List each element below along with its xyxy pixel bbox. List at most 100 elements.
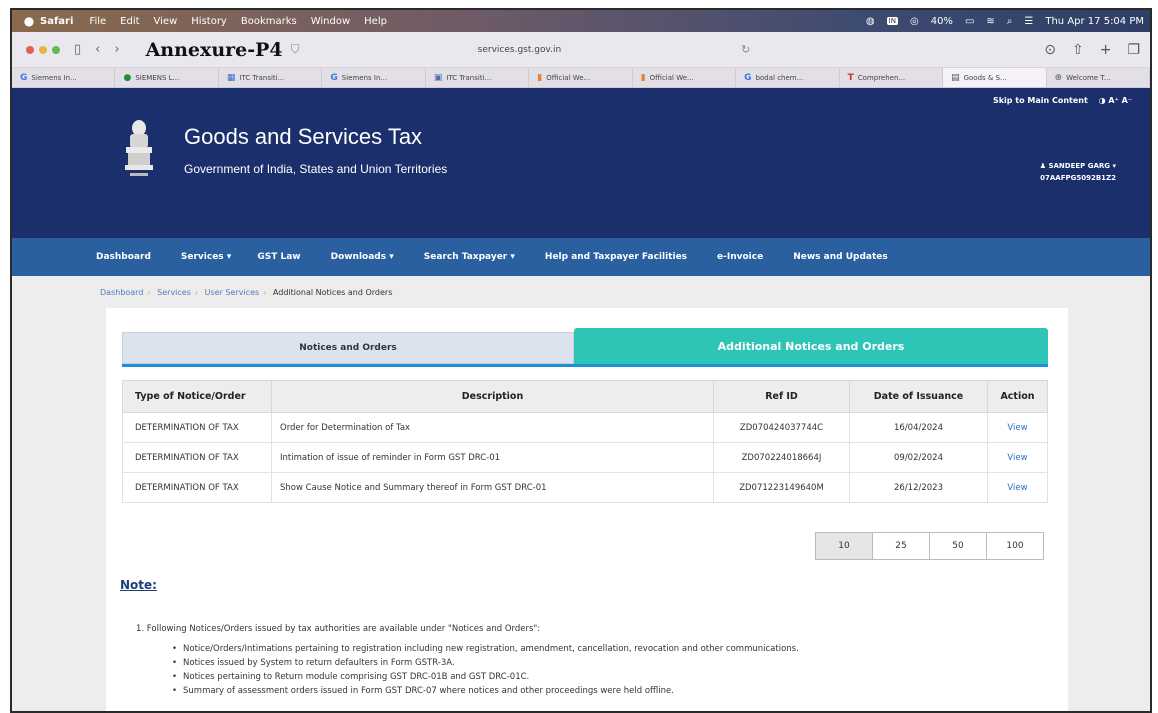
browser-tab[interactable]: ▮ Official We...: [529, 68, 633, 87]
tab-label: Comprehen...: [857, 73, 906, 82]
app-status-icon[interactable]: ◍: [866, 16, 875, 27]
skip-links: Skip to Main Content ◑ A⁺ A⁻: [993, 96, 1132, 105]
nav-services[interactable]: Services ▾: [181, 252, 231, 262]
user-menu[interactable]: ♟ SANDEEP GARG ▾: [1040, 162, 1116, 170]
nav-downloads[interactable]: Downloads ▾: [331, 252, 394, 262]
input-source-icon[interactable]: IN: [886, 17, 898, 25]
control-center-icon[interactable]: ☰: [1024, 16, 1033, 27]
nav-dashboard[interactable]: Dashboard: [96, 252, 151, 262]
menu-help[interactable]: Help: [364, 16, 387, 27]
wifi-icon[interactable]: ≋: [986, 16, 994, 27]
menu-history[interactable]: History: [191, 16, 227, 27]
screenshot-frame: ● Safari File Edit View History Bookmark…: [10, 8, 1152, 713]
browser-tab[interactable]: G Siemens In...: [12, 68, 116, 87]
national-emblem-icon: [125, 120, 153, 176]
nav-gst-law[interactable]: GST Law: [257, 252, 300, 262]
downloads-icon[interactable]: ⊙: [1044, 42, 1056, 58]
browser-tab[interactable]: ● SIEMENS L...: [115, 68, 219, 87]
site-title: Goods and Services Tax: [184, 124, 423, 149]
browser-tab[interactable]: G Siemens In...: [322, 68, 426, 87]
breadcrumb: Dashboard › Services › User Services › Addi…: [100, 288, 393, 297]
tab-overview-icon[interactable]: ❐: [1127, 42, 1140, 58]
page-size-25-button[interactable]: 25: [872, 532, 930, 560]
tab-favicon-icon: ▤: [951, 72, 960, 83]
col-action: Action: [987, 380, 1048, 413]
table-header-row: Type of Notice/Order Description Ref ID …: [122, 380, 1048, 413]
menu-app-name[interactable]: Safari: [40, 16, 73, 27]
col-date: Date of Issuance: [849, 380, 988, 413]
browser-tab-bar: G Siemens In... ● SIEMENS L... ▦ ITC Transi…: [12, 68, 1150, 88]
zoom-window-button[interactable]: [52, 45, 60, 54]
browser-tab[interactable]: T Comprehen...: [840, 68, 944, 87]
menu-view[interactable]: View: [154, 16, 178, 27]
breadcrumb-user-services[interactable]: User Services: [205, 288, 260, 297]
tab-favicon-icon: G: [744, 72, 752, 83]
note-bullet: Notices issued by System to return defau…: [172, 658, 799, 672]
cell-ref-id: ZD070224018664J: [713, 442, 850, 473]
nav-search-taxpayer[interactable]: Search Taxpayer ▾: [424, 252, 515, 262]
tab-label: Siemens In...: [341, 73, 388, 82]
breadcrumb-services[interactable]: Services: [157, 288, 191, 297]
menu-file[interactable]: File: [89, 16, 106, 27]
cell-date: 09/02/2024: [849, 442, 988, 473]
col-type: Type of Notice/Order: [122, 380, 272, 413]
cell-ref-id: ZD070424037744C: [713, 412, 850, 443]
view-link[interactable]: View: [987, 472, 1048, 503]
tab-favicon-icon: ●: [123, 72, 132, 83]
note-heading: Note:: [120, 578, 157, 592]
tab-additional-notices[interactable]: Additional Notices and Orders: [574, 328, 1048, 364]
nav-help[interactable]: Help and Taxpayer Facilities: [545, 252, 687, 262]
text-size-controls[interactable]: ◑ A⁺ A⁻: [1099, 96, 1132, 105]
page-size-50-button[interactable]: 50: [929, 532, 987, 560]
apple-icon[interactable]: ●: [18, 14, 40, 28]
nav-e-invoice[interactable]: e-Invoice: [717, 252, 763, 262]
browser-tab[interactable]: ▦ ITC Transiti...: [219, 68, 323, 87]
new-tab-icon[interactable]: +: [1100, 42, 1112, 58]
back-icon[interactable]: ‹: [95, 42, 100, 57]
close-window-button[interactable]: [26, 45, 34, 54]
menu-window[interactable]: Window: [311, 16, 350, 27]
page-size-100-button[interactable]: 100: [986, 532, 1044, 560]
clock[interactable]: Thu Apr 17 5:04 PM: [1045, 16, 1144, 27]
col-description: Description: [271, 380, 714, 413]
address-bar[interactable]: services.gst.gov.in: [478, 45, 562, 55]
browser-toolbar: ▯ ‹ › Annexure-P4 ⛉ services.gst.gov.in …: [12, 32, 1150, 68]
menu-bookmarks[interactable]: Bookmarks: [241, 16, 297, 27]
tab-notices-and-orders[interactable]: Notices and Orders: [122, 332, 574, 364]
battery-percent: 40%: [930, 15, 953, 27]
skip-to-main-link[interactable]: Skip to Main Content: [993, 96, 1088, 105]
browser-tab[interactable]: Gbodal chem...: [736, 68, 840, 87]
browser-tab[interactable]: ⊕ Welcome T...: [1047, 68, 1150, 87]
breadcrumb-dashboard[interactable]: Dashboard: [100, 288, 143, 297]
menu-edit[interactable]: Edit: [120, 16, 139, 27]
nav-news[interactable]: News and Updates: [793, 252, 888, 262]
browser-tab[interactable]: ▮ Official We...: [633, 68, 737, 87]
spotlight-search-icon[interactable]: ⌕: [1007, 16, 1013, 27]
record-icon[interactable]: ◎: [910, 16, 919, 27]
forward-icon[interactable]: ›: [114, 42, 119, 57]
note-bullet: Notices pertaining to Return module comp…: [172, 672, 799, 686]
privacy-shield-icon[interactable]: ⛉: [291, 42, 300, 57]
tab-favicon-icon: G: [20, 72, 28, 83]
view-link[interactable]: View: [987, 442, 1048, 473]
tab-favicon-icon: ▣: [433, 72, 443, 83]
document-title: Annexure-P4: [145, 38, 283, 61]
tab-label: ITC Transiti...: [239, 73, 285, 82]
cell-type: DETERMINATION OF TAX: [122, 472, 272, 503]
mac-menubar: ● Safari File Edit View History Bookmark…: [12, 10, 1150, 32]
battery-icon[interactable]: ▭: [965, 16, 974, 27]
tab-favicon-icon: ▮: [640, 72, 646, 83]
site-subtitle: Government of India, States and Union Te…: [184, 162, 448, 176]
tab-label: Siemens In...: [31, 73, 77, 82]
cell-description: Show Cause Notice and Summary thereof in…: [271, 472, 714, 503]
tab-label: SIEMENS L...: [135, 73, 180, 82]
reload-icon[interactable]: ↻: [741, 43, 750, 56]
page-size-10-button[interactable]: 10: [815, 532, 873, 560]
minimize-window-button[interactable]: [39, 45, 47, 54]
sidebar-toggle-icon[interactable]: ▯: [74, 42, 81, 57]
share-icon[interactable]: ⇧: [1072, 42, 1084, 58]
view-link[interactable]: View: [987, 412, 1048, 443]
browser-tab-active[interactable]: ▤ Goods & S...: [943, 68, 1047, 87]
browser-tab[interactable]: ▣ ITC Transiti...: [426, 68, 530, 87]
tab-underline: [122, 364, 1048, 367]
